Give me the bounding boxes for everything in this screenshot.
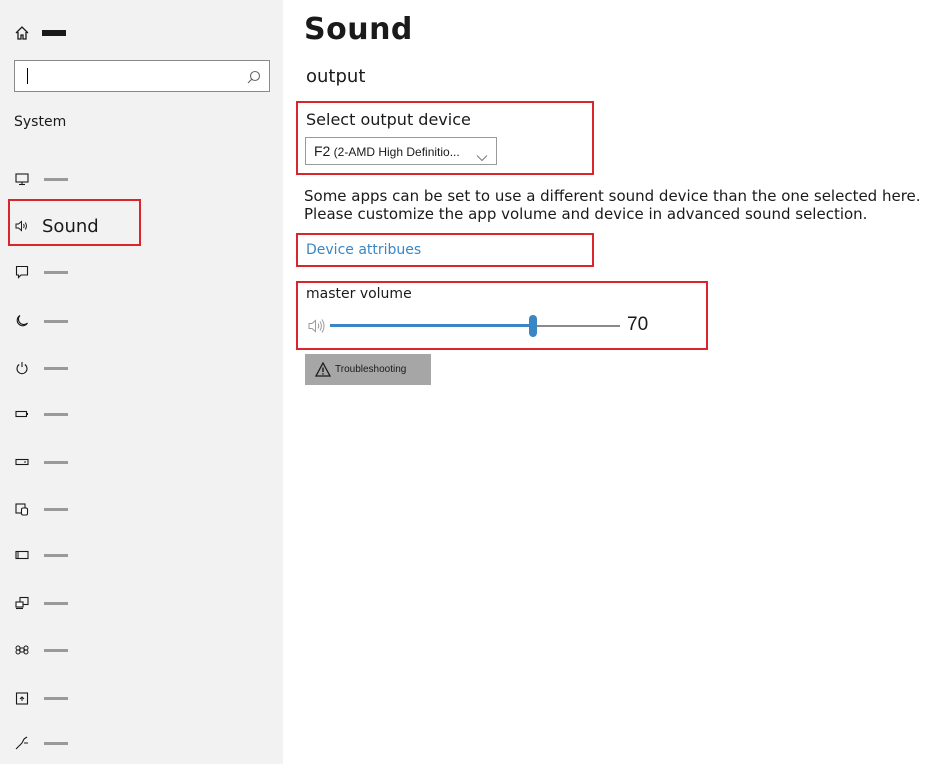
home-icon [14, 25, 30, 41]
warning-icon [314, 361, 332, 377]
sidebar-item-focus-assist[interactable] [14, 309, 68, 333]
sidebar-item-notifications[interactable] [14, 260, 68, 284]
master-volume-value: 70 [627, 314, 649, 335]
power-icon [14, 360, 30, 376]
section-title-output: output [306, 66, 366, 87]
battery-icon [14, 406, 30, 422]
storage-icon [14, 454, 30, 470]
text-caret [27, 68, 28, 84]
sidebar-heading: System [14, 114, 67, 130]
sidebar-item-label-redacted [44, 319, 68, 323]
description-line: Please customize the app volume and devi… [304, 205, 868, 223]
description-line: Some apps can be set to use a different … [304, 187, 921, 205]
sidebar-item-label-redacted [44, 601, 68, 605]
moon-icon [14, 313, 30, 329]
search-icon[interactable] [247, 69, 261, 84]
search-input[interactable] [15, 61, 241, 91]
sidebar-item-clipboard[interactable] [14, 686, 68, 710]
sidebar-item-label-redacted [44, 553, 68, 557]
device-attributes-link[interactable]: Device attribues [306, 242, 421, 258]
page-title: Sound [304, 12, 413, 47]
sidebar-item-multitasking[interactable] [14, 543, 68, 567]
notification-icon [14, 264, 30, 280]
sidebar-item-label-redacted [44, 507, 68, 511]
output-device-selected: F2 (2-AMD High Definitio... [314, 143, 460, 159]
sidebar-item-sound[interactable]: Sound [14, 214, 99, 238]
sidebar-item-power[interactable] [14, 356, 68, 380]
sidebar: System Sound [0, 0, 283, 764]
sidebar-item-label-redacted [44, 412, 68, 416]
sidebar-item-label-redacted [44, 270, 68, 274]
output-device-label: Select output device [306, 110, 471, 129]
home-label-redacted [42, 30, 66, 36]
clipboard-icon [14, 690, 30, 706]
master-volume-label: master volume [306, 286, 412, 302]
sidebar-item-label-redacted [44, 366, 68, 370]
troubleshoot-label: Troubleshooting [335, 364, 407, 375]
display-icon [14, 171, 30, 187]
sidebar-item-label: Sound [42, 215, 99, 237]
multitasking-icon [14, 547, 30, 563]
output-device-dropdown[interactable]: F2 (2-AMD High Definitio... [305, 137, 497, 165]
sidebar-item-shared-experiences[interactable] [14, 638, 68, 662]
sidebar-item-display[interactable] [14, 167, 68, 191]
search-box[interactable] [14, 60, 270, 92]
tablet-icon [14, 501, 30, 517]
sidebar-item-remote-desktop[interactable] [14, 731, 68, 755]
speaker-icon[interactable] [308, 318, 326, 334]
shared-experiences-icon [14, 642, 30, 658]
master-volume-slider[interactable] [330, 314, 620, 338]
projecting-icon [14, 595, 30, 611]
sidebar-item-storage[interactable] [14, 450, 68, 474]
sidebar-item-projecting[interactable] [14, 591, 68, 615]
home-button[interactable] [14, 22, 66, 44]
sidebar-item-label-redacted [44, 648, 68, 652]
remote-desktop-icon [14, 735, 30, 751]
chevron-down-icon [476, 147, 488, 162]
sidebar-item-tablet[interactable] [14, 497, 68, 521]
output-description: Some apps can be set to use a different … [304, 187, 921, 223]
slider-fill [330, 324, 533, 327]
sidebar-item-label-redacted [44, 177, 68, 181]
troubleshoot-button[interactable]: Troubleshooting [305, 354, 431, 385]
speaker-icon [14, 218, 30, 234]
sidebar-item-label-redacted [44, 460, 68, 464]
sidebar-item-label-redacted [44, 741, 68, 745]
sidebar-item-battery[interactable] [14, 402, 68, 426]
sidebar-item-label-redacted [44, 696, 68, 700]
slider-thumb[interactable] [529, 315, 537, 337]
